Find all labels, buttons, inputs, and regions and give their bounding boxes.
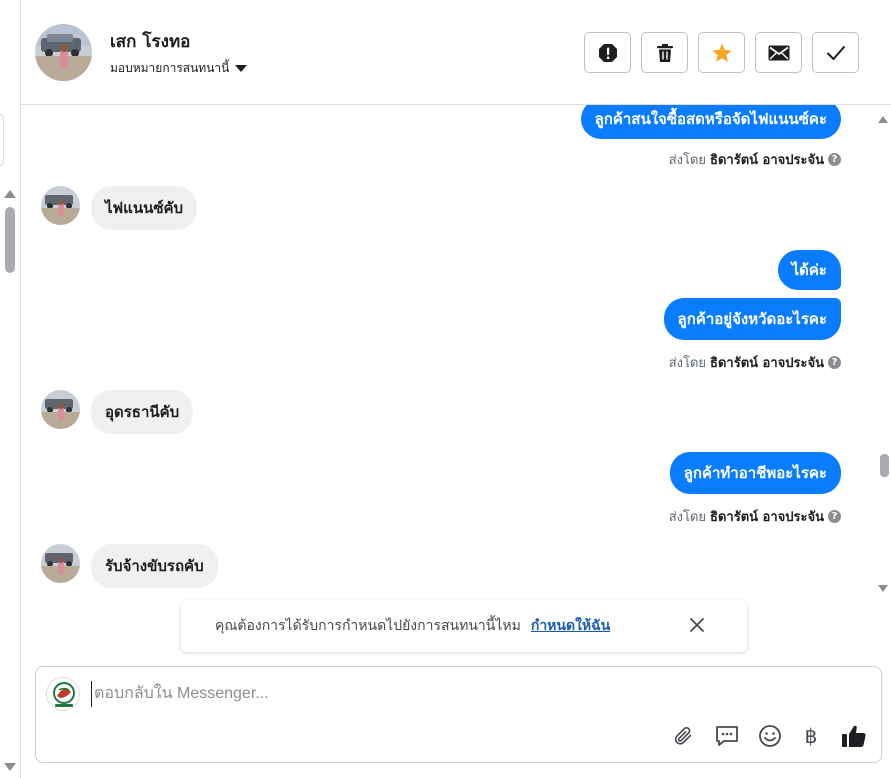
message-incoming: อุดรธานีคับ bbox=[91, 390, 194, 434]
trash-icon bbox=[656, 43, 673, 62]
sent-by-agent: ธิดารัตน์ อาจประจัน bbox=[710, 153, 824, 168]
message-outgoing: ลูกค้าอยู่จังหวัดอะไรคะ bbox=[663, 298, 841, 340]
message-outgoing: ได้ค่ะ bbox=[777, 250, 841, 290]
payment-button[interactable]: ฿ bbox=[798, 723, 824, 749]
conversation-header: เสก โรงทอ มอบหมายการสนทนานี้ bbox=[21, 0, 891, 105]
scroll-down-arrow[interactable] bbox=[4, 763, 16, 771]
saved-reply-icon bbox=[716, 726, 738, 746]
sent-by-agent: ธิดารัตน์ อาจประจัน bbox=[710, 510, 824, 525]
contact-avatar-small[interactable] bbox=[41, 390, 80, 429]
sent-by-line: ส่งโดย ธิดารัตน์ อาจประจัน ? bbox=[669, 352, 841, 373]
report-button[interactable] bbox=[584, 32, 631, 73]
page-avatar bbox=[46, 677, 80, 711]
assign-label: มอบหมายการสนทนานี้ bbox=[110, 61, 230, 75]
mark-done-button[interactable] bbox=[812, 32, 859, 73]
contact-name: เสก โรงทอ bbox=[110, 32, 191, 52]
assign-prompt-text: คุณต้องการได้รับการกำหนดไปยังการสนทนานี้… bbox=[215, 618, 521, 634]
exclamation-icon bbox=[598, 43, 617, 62]
assign-to-me-link[interactable]: กำหนดให้ฉัน bbox=[531, 615, 610, 637]
left-scrollbar-thumb[interactable] bbox=[5, 207, 15, 273]
message-outgoing: ลูกค้าสนใจซื้อสดหรือจัดไฟแนนซ์คะ bbox=[580, 105, 841, 139]
thread-scroll-up-arrow[interactable] bbox=[878, 116, 888, 123]
thread-scroll-down-arrow[interactable] bbox=[878, 585, 888, 592]
message-outgoing: ลูกค้าทำอาชีพอะไรคะ bbox=[669, 452, 841, 494]
help-icon[interactable]: ? bbox=[828, 356, 841, 369]
contact-avatar-small[interactable] bbox=[41, 186, 80, 225]
sent-by-prefix: ส่งโดย bbox=[668, 153, 707, 168]
attach-button[interactable] bbox=[670, 723, 696, 749]
scroll-up-arrow[interactable] bbox=[4, 190, 16, 198]
reply-composer: ฿ bbox=[35, 666, 882, 763]
paperclip-icon bbox=[674, 726, 692, 745]
like-button[interactable] bbox=[841, 723, 867, 749]
reply-input[interactable] bbox=[91, 681, 791, 707]
emoji-icon bbox=[759, 725, 781, 747]
thumbs-up-icon bbox=[842, 725, 866, 747]
contact-avatar-small[interactable] bbox=[41, 544, 80, 583]
caret-down-icon bbox=[235, 65, 248, 72]
close-icon[interactable] bbox=[689, 617, 705, 633]
sent-by-line: ส่งโดย ธิดารัตน์ อาจประจัน ? bbox=[669, 506, 841, 527]
collapsed-panel-tab[interactable] bbox=[0, 114, 4, 166]
left-rail bbox=[0, 0, 21, 778]
emoji-button[interactable] bbox=[757, 723, 783, 749]
message-thread: ลูกค้าสนใจซื้อสดหรือจัดไฟแนนซ์คะ ส่งโดย … bbox=[21, 105, 891, 600]
help-icon[interactable]: ? bbox=[828, 153, 841, 166]
check-icon bbox=[826, 45, 845, 60]
star-button[interactable] bbox=[698, 32, 745, 73]
saved-reply-button[interactable] bbox=[714, 723, 740, 749]
sent-by-line: ส่งโดย ธิดารัตน์ อาจประจัน ? bbox=[669, 149, 841, 170]
assign-prompt-banner: คุณต้องการได้รับการกำหนดไปยังการสนทนานี้… bbox=[181, 600, 747, 652]
sent-by-agent: ธิดารัตน์ อาจประจัน bbox=[710, 356, 824, 371]
baht-icon: ฿ bbox=[804, 724, 818, 748]
assign-conversation-dropdown[interactable]: มอบหมายการสนทนานี้ bbox=[110, 59, 248, 78]
message-incoming: ไฟแนนซ์คับ bbox=[91, 186, 198, 230]
contact-avatar[interactable] bbox=[35, 24, 92, 81]
envelope-icon bbox=[768, 45, 789, 60]
help-icon[interactable]: ? bbox=[828, 510, 841, 523]
thread-scrollbar-thumb[interactable] bbox=[880, 454, 889, 477]
star-icon bbox=[711, 43, 732, 62]
mark-unread-button[interactable] bbox=[755, 32, 802, 73]
sent-by-prefix: ส่งโดย bbox=[668, 510, 707, 525]
sent-by-prefix: ส่งโดย bbox=[668, 356, 707, 371]
delete-button[interactable] bbox=[641, 32, 688, 73]
message-incoming: รับจ้างขับรถคับ bbox=[91, 544, 218, 588]
